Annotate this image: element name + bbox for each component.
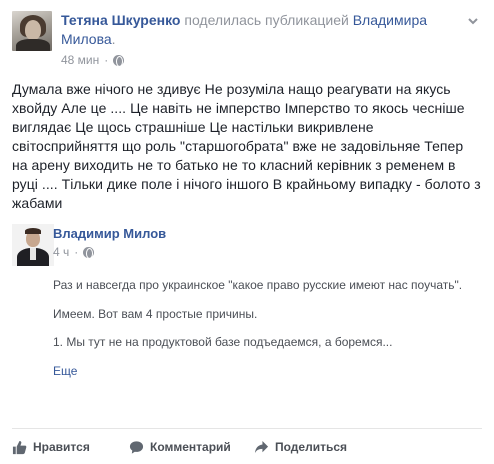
post-header: Тетяна Шкуренко поделилась публикацией В… (61, 11, 456, 49)
comment-icon (129, 440, 144, 455)
comment-button[interactable]: Комментарий (129, 437, 231, 457)
post-time[interactable]: 48 мин (61, 53, 99, 67)
shared-post: Владимир Милов 4 ч · Раз и навсегда про … (12, 220, 482, 420)
author-name-link[interactable]: Тетяна Шкуренко (61, 12, 180, 28)
post-meta: 48 мин · (61, 53, 125, 67)
share-label: Поделиться (275, 440, 348, 454)
chevron-down-icon[interactable] (466, 14, 480, 28)
shared-time[interactable]: 4 ч (53, 245, 69, 259)
action-bar: Нравится Комментарий Поделиться (12, 437, 482, 457)
share-icon (254, 440, 269, 455)
share-button[interactable]: Поделиться (254, 437, 347, 457)
shared-author-avatar[interactable] (12, 224, 54, 266)
author-avatar[interactable] (12, 11, 52, 51)
globe-icon[interactable] (113, 54, 125, 67)
shared-text-line: Раз и навсегда про украинское "какое пра… (53, 278, 463, 292)
meta-separator: · (104, 53, 109, 67)
action-divider (12, 428, 482, 429)
like-button[interactable]: Нравится (12, 437, 90, 457)
post-card: Тетяна Шкуренко поделилась публикацией В… (0, 0, 494, 464)
like-label: Нравится (33, 440, 90, 454)
see-more-link[interactable]: Еще (53, 364, 77, 378)
shared-author-name[interactable]: Владимир Милов (53, 226, 166, 241)
comment-label: Комментарий (150, 440, 231, 454)
post-text: Думала вже нічого не здивує Не розуміла … (12, 81, 481, 211)
globe-icon[interactable] (83, 246, 95, 259)
like-icon (12, 440, 27, 455)
shared-text-line: 1. Мы тут не на продуктовой базе подъеда… (53, 335, 393, 349)
header-period: . (111, 31, 116, 47)
shared-meta: 4 ч · (53, 245, 95, 259)
shared-text-line: Имеем. Вот вам 4 простые причины. (53, 307, 258, 321)
share-action-text: поделилась публикацией (180, 12, 353, 28)
meta-separator: · (74, 245, 79, 259)
